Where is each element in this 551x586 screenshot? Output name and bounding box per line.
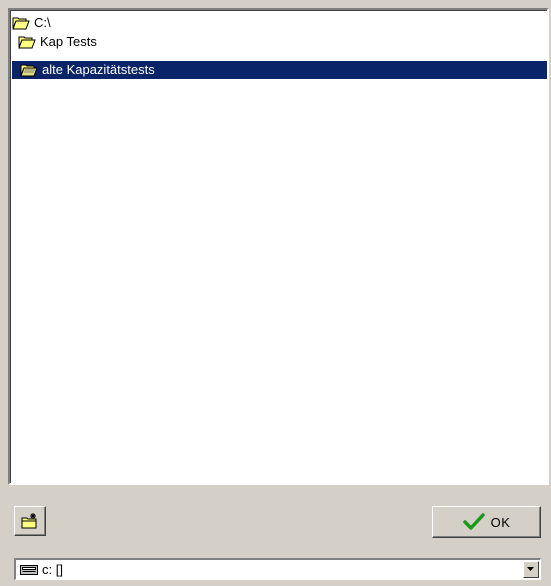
drive-icon	[20, 564, 38, 575]
new-folder-button[interactable]	[14, 506, 46, 536]
open-folder-icon	[12, 17, 30, 30]
tree-item-root[interactable]: C:\	[12, 14, 53, 32]
new-folder-icon	[21, 513, 37, 529]
folder-tree[interactable]: C:\ Kap Tests alte Kapazitätstests	[8, 8, 549, 485]
tree-item-label: Kap Tests	[40, 34, 97, 49]
open-folder-icon	[20, 64, 38, 77]
tree-item-label: C:\	[34, 15, 51, 30]
tree-item-alte-kapazitaetstests[interactable]: alte Kapazitätstests	[12, 61, 547, 79]
checkmark-icon	[462, 513, 485, 530]
ok-button[interactable]: OK	[432, 506, 541, 538]
tree-item-label: alte Kapazitätstests	[42, 62, 155, 77]
ok-button-label: OK	[490, 514, 511, 530]
drive-select[interactable]: c: []	[14, 558, 541, 580]
drive-dropdown-button[interactable]	[523, 561, 539, 578]
tree-item-kap-tests[interactable]: Kap Tests	[18, 33, 99, 51]
open-folder-icon	[18, 36, 36, 49]
drive-select-value: c: []	[42, 562, 63, 577]
chevron-down-icon	[527, 567, 534, 571]
